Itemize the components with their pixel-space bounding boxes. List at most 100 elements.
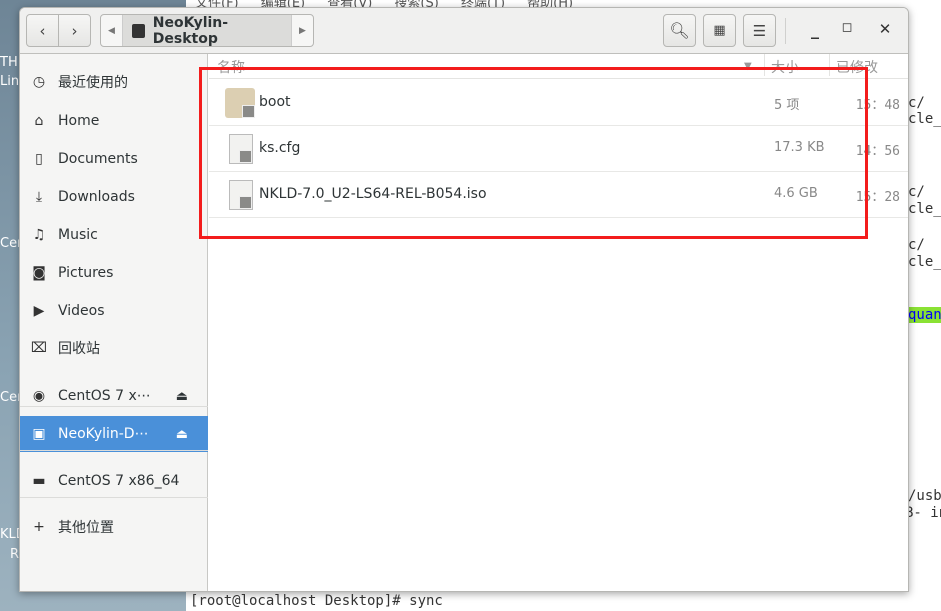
terminal-line: quan (908, 307, 941, 323)
search-button[interactable]: 🔍︎ (663, 14, 696, 47)
grid-icon: ▦ (713, 23, 726, 38)
close-button[interactable]: ✕ (873, 20, 897, 42)
drive-icon: ▣ (32, 426, 46, 442)
divider (20, 406, 208, 407)
sidebar-item[interactable]: + 其他位置 (20, 509, 208, 545)
disc-image-icon (229, 180, 253, 210)
sidebar-item[interactable]: ▣ NeoKylin-D⋯ ⏏ (20, 416, 208, 452)
file-name: ks.cfg (259, 140, 301, 156)
eject-icon[interactable]: ⏏ (176, 389, 188, 404)
terminal-line: cle_ (908, 111, 941, 127)
file-list: 名称 ▼ 大小 已修改 boot 5 项 15：48 ks.cfg 17.3 KB 14：… (209, 54, 908, 591)
file-modified: 15：48 (855, 98, 900, 113)
file-name: boot (259, 94, 291, 110)
sidebar-item-label: 其他位置 (58, 520, 114, 536)
sidebar-item[interactable]: ◉ CentOS 7 x⋯ ⏏ (20, 378, 208, 414)
file-row[interactable]: NKLD-7.0_U2-LS64-REL-B054.iso 4.6 GB 15：28 (209, 172, 908, 218)
file-size: 5 项 (774, 98, 800, 113)
sidebar-item[interactable]: ⤓ Downloads (20, 179, 208, 215)
file-modified: 15：28 (855, 190, 900, 205)
file-size: 4.6 GB (774, 186, 818, 201)
document-icon: ▯ (35, 151, 43, 167)
lock-icon (239, 150, 252, 163)
plus-icon: + (33, 519, 45, 535)
column-header: 名称 ▼ 大小 已修改 (209, 54, 908, 79)
clock-icon: ◷ (32, 74, 46, 90)
file-manager-window: ‹ › ◀ NeoKylin-Desktop ▶ 🔍︎ ▦ ☰ _ ◻ ✕ ◷ 最… (19, 7, 909, 592)
sidebar-item[interactable]: ▶ Videos (20, 293, 208, 329)
terminal-line: c/ (908, 184, 925, 200)
sidebar-item-label: 最近使用的 (58, 75, 128, 91)
music-icon: ♫ (32, 227, 46, 243)
location-label: NeoKylin-Desktop (152, 14, 229, 47)
column-name[interactable]: 名称 (217, 57, 245, 77)
video-icon: ▶ (33, 303, 45, 319)
file-row[interactable]: ks.cfg 17.3 KB 14：56 (209, 126, 908, 172)
sidebar-item-label: Downloads (58, 189, 135, 205)
header-bar: ‹ › ◀ NeoKylin-Desktop ▶ 🔍︎ ▦ ☰ _ ◻ ✕ (20, 8, 908, 54)
sidebar-item-label: NeoKylin-D⋯ (58, 426, 149, 442)
terminal-line: cle_ (908, 254, 941, 270)
minimize-button[interactable]: _ (800, 20, 830, 42)
sidebar-item-label: Videos (58, 303, 105, 319)
path-segment-current[interactable]: NeoKylin-Desktop (123, 14, 291, 47)
eject-icon[interactable]: ⏏ (176, 427, 188, 442)
download-icon: ⤓ (35, 189, 43, 205)
minimize-icon: _ (811, 20, 819, 39)
camera-icon: ◙ (32, 265, 46, 281)
file-modified: 14：56 (855, 144, 900, 159)
sidebar-item[interactable]: ⌂ Home (20, 103, 208, 139)
sidebar-item[interactable]: ♫ Music (20, 217, 208, 253)
trash-icon: ⌧ (30, 340, 48, 356)
terminal-line: c/ (908, 237, 925, 253)
column-modified[interactable]: 已修改 (829, 54, 878, 76)
maximize-icon: ◻ (841, 20, 853, 35)
terminal-line: cle_ (908, 201, 941, 217)
folder-icon: ▬ (32, 473, 46, 489)
column-size[interactable]: 大小 (764, 54, 799, 76)
terminal-prompt: [root@localhost Desktop]# sync (190, 593, 443, 609)
file-name: NKLD-7.0_U2-LS64-REL-B054.iso (259, 186, 487, 202)
path-scroll-right-button[interactable]: ▶ (291, 15, 313, 46)
sidebar-item[interactable]: ◙ Pictures (20, 255, 208, 291)
sidebar-item[interactable]: ▯ Documents (20, 141, 208, 177)
sidebar-item-label: Home (58, 113, 100, 129)
divider (785, 18, 786, 44)
menu-button[interactable]: ☰ (743, 14, 776, 47)
path-scroll-left-button[interactable]: ◀ (101, 15, 123, 46)
chevron-right-icon: › (71, 21, 78, 40)
chevron-left-icon: ‹ (39, 21, 46, 40)
forward-button[interactable]: › (58, 14, 91, 47)
search-icon: 🔍︎ (669, 21, 690, 40)
sidebar-item-label: CentOS 7 x⋯ (58, 388, 151, 404)
maximize-button[interactable]: ◻ (835, 20, 859, 42)
terminal-line: B- in (905, 505, 941, 521)
file-size: 17.3 KB (774, 140, 825, 155)
sidebar-item-label: CentOS 7 x86_64 (58, 473, 180, 489)
home-icon: ⌂ (34, 113, 44, 129)
sidebar-item-label: Music (58, 227, 98, 243)
drive-icon (132, 23, 145, 38)
view-toggle-button[interactable]: ▦ (703, 14, 736, 47)
terminal-line: /usb (908, 488, 941, 504)
disc-icon: ◉ (32, 388, 46, 404)
sidebar-item[interactable]: ⌧ 回收站 (20, 330, 208, 366)
close-icon: ✕ (878, 20, 892, 38)
back-button[interactable]: ‹ (26, 14, 59, 47)
file-row[interactable]: boot 5 项 15：48 (209, 80, 908, 126)
text-icon (229, 134, 253, 164)
sidebar-item-label: Documents (58, 151, 138, 167)
sidebar-item[interactable]: ▬ CentOS 7 x86_64 (20, 463, 208, 499)
lock-icon (242, 105, 255, 118)
sidebar: ◷ 最近使用的 ⌂ Home ▯ Documents ⤓ Downloads ♫ Music ◙ Pi… (20, 54, 208, 591)
folder-icon (225, 88, 255, 118)
divider (20, 450, 208, 451)
sort-indicator-icon: ▼ (744, 61, 752, 72)
lock-icon (239, 196, 252, 209)
divider (20, 497, 208, 498)
path-bar: ◀ NeoKylin-Desktop ▶ (100, 14, 314, 47)
hamburger-icon: ☰ (752, 21, 767, 40)
sidebar-item[interactable]: ◷ 最近使用的 (20, 64, 208, 100)
sidebar-item-label: 回收站 (58, 341, 100, 357)
desktop-label: R (10, 547, 20, 562)
